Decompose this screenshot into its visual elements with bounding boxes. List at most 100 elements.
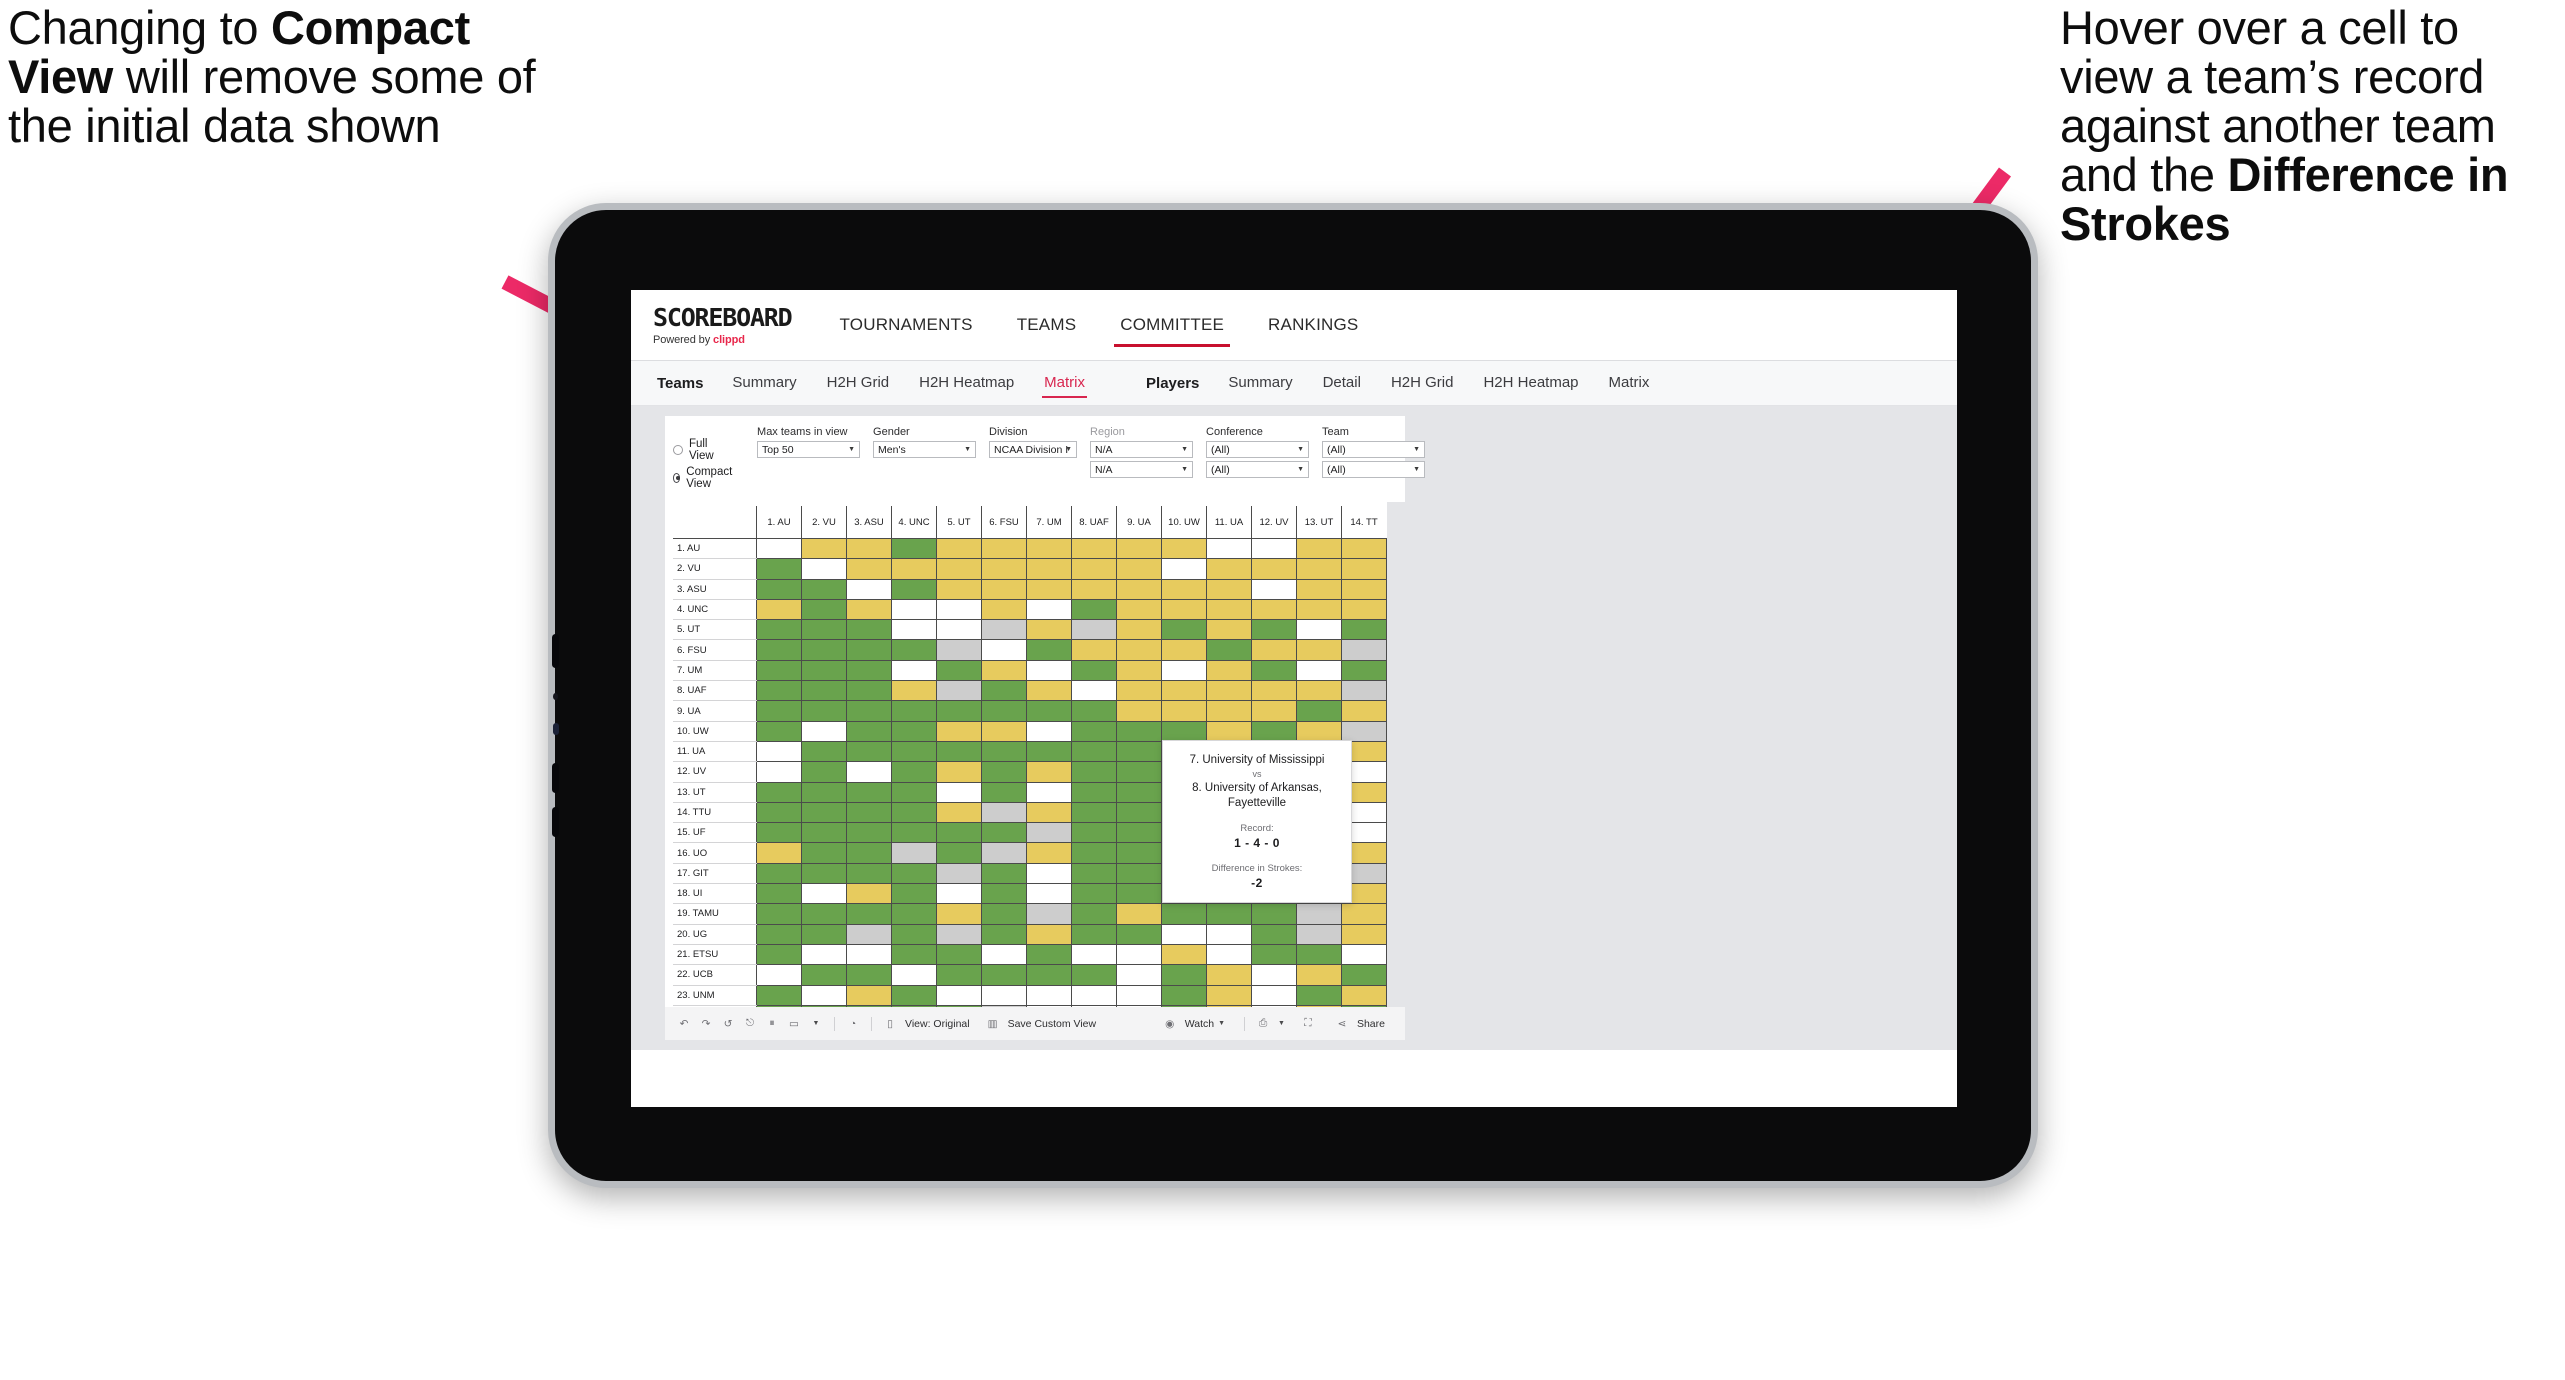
- matrix-cell[interactable]: [756, 598, 802, 621]
- matrix-cell[interactable]: [756, 740, 802, 763]
- matrix-cell[interactable]: [981, 619, 1027, 641]
- matrix-cell[interactable]: [756, 801, 802, 824]
- matrix-cell[interactable]: [1251, 639, 1297, 661]
- loop-icon[interactable]: ▭: [783, 1013, 805, 1035]
- matrix-cell[interactable]: [756, 761, 802, 783]
- matrix-cell[interactable]: [1071, 964, 1117, 986]
- power-button[interactable]: [552, 634, 559, 668]
- matrix-cell[interactable]: [891, 923, 937, 945]
- matrix-cell[interactable]: [936, 537, 982, 560]
- matrix-column-header[interactable]: 6. FSU: [981, 506, 1027, 539]
- matrix-cell[interactable]: [936, 720, 982, 742]
- matrix-cell[interactable]: [891, 761, 937, 783]
- matrix-cell[interactable]: [1071, 883, 1117, 905]
- matrix-cell[interactable]: [936, 842, 982, 864]
- matrix-cell[interactable]: [801, 801, 847, 824]
- matrix-cell[interactable]: [1206, 537, 1252, 560]
- matrix-cell[interactable]: [801, 842, 847, 864]
- matrix-cell[interactable]: [1161, 720, 1207, 742]
- matrix-cell[interactable]: [1071, 639, 1117, 661]
- tab-teams-h2h-heatmap[interactable]: H2H Heatmap: [904, 361, 1029, 405]
- matrix-cell[interactable]: [846, 598, 892, 621]
- matrix-cell[interactable]: [1071, 781, 1117, 803]
- matrix-cell[interactable]: [1251, 680, 1297, 702]
- matrix-cell[interactable]: [1071, 923, 1117, 945]
- matrix-row-header[interactable]: 5. UT: [673, 619, 757, 641]
- matrix-column-header[interactable]: 1. AU: [756, 506, 802, 539]
- matrix-cell[interactable]: [981, 801, 1027, 824]
- matrix-cell[interactable]: [846, 862, 892, 885]
- matrix-cell[interactable]: [846, 801, 892, 824]
- matrix-cell[interactable]: [1026, 619, 1072, 641]
- matrix-cell[interactable]: [756, 619, 802, 641]
- matrix-cell[interactable]: [756, 659, 802, 682]
- matrix-cell[interactable]: [1116, 761, 1162, 783]
- matrix-cell[interactable]: [891, 984, 937, 1006]
- matrix-cell[interactable]: [801, 639, 847, 661]
- topnav-item-committee[interactable]: COMMITTEE: [1098, 290, 1246, 360]
- matrix-cell[interactable]: [981, 598, 1027, 621]
- matrix-cell[interactable]: [846, 883, 892, 905]
- matrix-cell[interactable]: [1026, 781, 1072, 803]
- matrix-cell[interactable]: [1116, 883, 1162, 905]
- matrix-row-header[interactable]: 1. AU: [673, 538, 757, 560]
- matrix-cell[interactable]: [1296, 700, 1342, 722]
- matrix-cell[interactable]: [801, 578, 847, 600]
- matrix-cell[interactable]: [801, 680, 847, 702]
- matrix-cell[interactable]: [1161, 903, 1207, 925]
- matrix-column-header[interactable]: 14. TT: [1341, 506, 1386, 539]
- matrix-cell[interactable]: [936, 761, 982, 783]
- matrix-cell[interactable]: [936, 984, 982, 1006]
- matrix-cell[interactable]: [936, 781, 982, 803]
- matrix-cell[interactable]: [1116, 822, 1162, 844]
- matrix-cell[interactable]: [1071, 761, 1117, 783]
- matrix-cell[interactable]: [936, 740, 982, 763]
- filter-conference-select-1[interactable]: (All) ▼: [1206, 441, 1310, 458]
- matrix-cell[interactable]: [981, 781, 1027, 803]
- matrix-cell[interactable]: [1071, 862, 1117, 885]
- matrix-cell[interactable]: [936, 619, 982, 641]
- filter-region-select-1[interactable]: N/A ▼: [1090, 441, 1194, 458]
- matrix-cell[interactable]: [1341, 598, 1387, 621]
- matrix-cell[interactable]: [756, 964, 802, 986]
- matrix-cell[interactable]: [891, 720, 937, 742]
- matrix-cell[interactable]: [1251, 903, 1297, 925]
- matrix-cell[interactable]: [936, 558, 982, 580]
- matrix-cell[interactable]: [846, 984, 892, 1006]
- matrix-cell[interactable]: [1251, 659, 1297, 682]
- matrix-cell[interactable]: [1116, 964, 1162, 986]
- filter-division-select[interactable]: NCAA Division I ▼: [989, 441, 1078, 458]
- matrix-cell[interactable]: [1116, 680, 1162, 702]
- matrix-cell[interactable]: [981, 883, 1027, 905]
- undo-icon[interactable]: ↶: [673, 1013, 695, 1035]
- topnav-item-tournaments[interactable]: TOURNAMENTS: [818, 290, 995, 360]
- matrix-cell[interactable]: [891, 740, 937, 763]
- matrix-cell[interactable]: [1116, 801, 1162, 824]
- share-button[interactable]: ⋖ Share: [1331, 1013, 1385, 1035]
- matrix-cell[interactable]: [1341, 984, 1387, 1006]
- matrix-cell[interactable]: [1116, 598, 1162, 621]
- matrix-row-header[interactable]: 16. UO: [673, 842, 757, 864]
- matrix-cell[interactable]: [1251, 700, 1297, 722]
- matrix-cell[interactable]: [801, 598, 847, 621]
- matrix-cell[interactable]: [1071, 740, 1117, 763]
- matrix-cell[interactable]: [1341, 639, 1387, 661]
- matrix-cell[interactable]: [1341, 720, 1387, 742]
- tab-players-detail[interactable]: Detail: [1308, 361, 1376, 405]
- matrix-cell[interactable]: [1071, 903, 1117, 925]
- matrix-cell[interactable]: [846, 923, 892, 945]
- matrix-cell[interactable]: [801, 740, 847, 763]
- matrix-cell[interactable]: [756, 822, 802, 844]
- matrix-cell[interactable]: [1161, 578, 1207, 600]
- matrix-cell[interactable]: [981, 578, 1027, 600]
- matrix-cell[interactable]: [1296, 903, 1342, 925]
- matrix-cell[interactable]: [981, 842, 1027, 864]
- matrix-cell[interactable]: [1296, 558, 1342, 580]
- matrix-row-header[interactable]: 8. UAF: [673, 680, 757, 702]
- pause-icon[interactable]: ⏸: [761, 1013, 783, 1035]
- matrix-cell[interactable]: [1206, 984, 1252, 1006]
- matrix-cell[interactable]: [1161, 680, 1207, 702]
- matrix-cell[interactable]: [936, 883, 982, 905]
- matrix-cell[interactable]: [1251, 558, 1297, 580]
- matrix-cell[interactable]: [981, 659, 1027, 682]
